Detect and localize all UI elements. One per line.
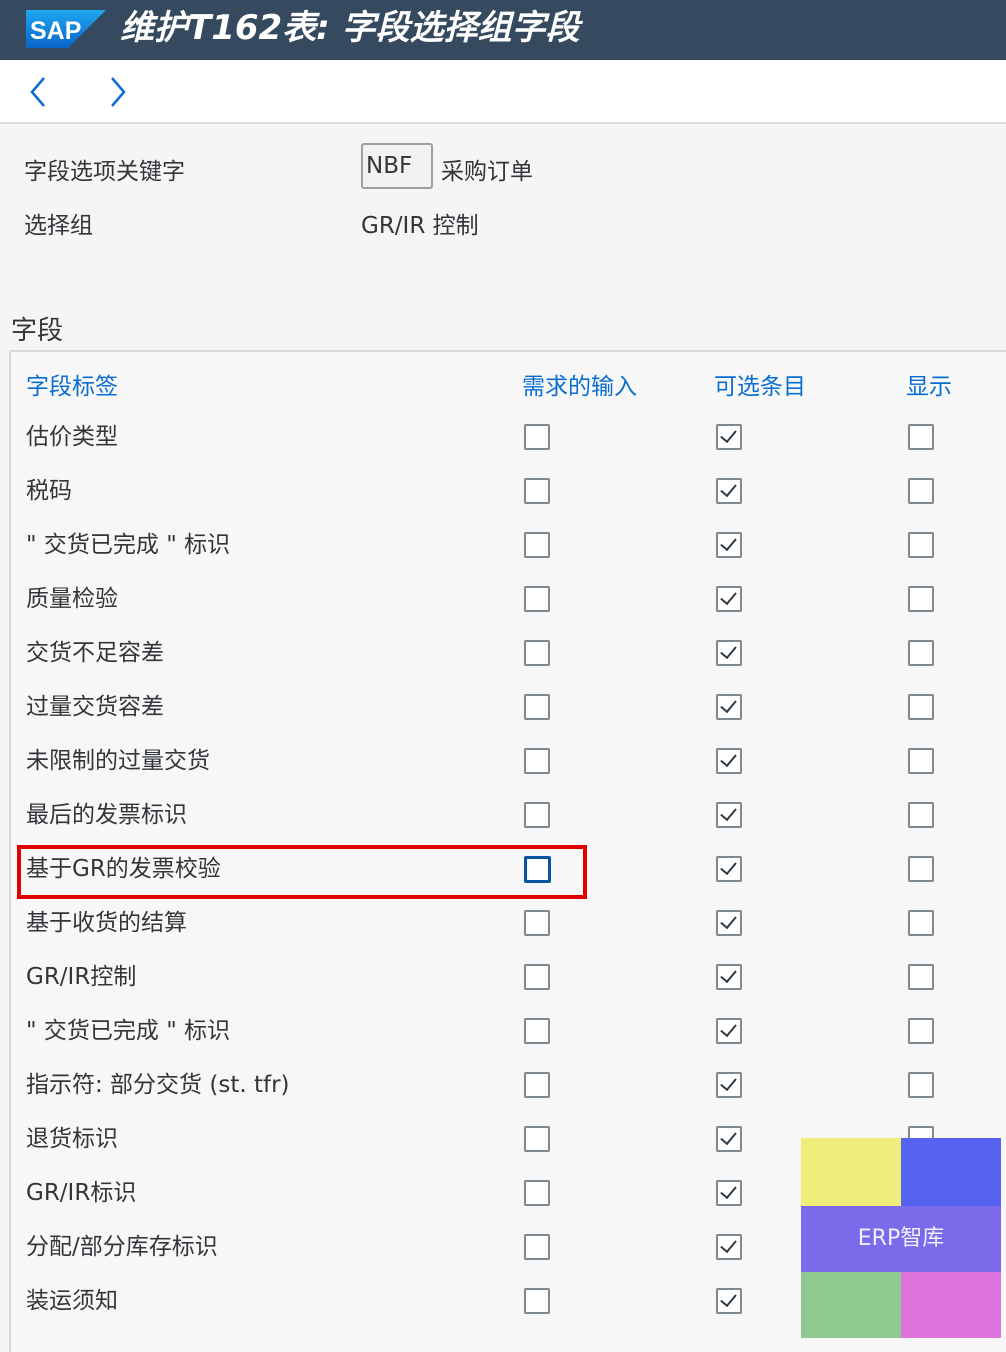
- row-label: " 交货已完成 " 标识: [26, 1018, 231, 1044]
- title-bar: SAP 维护T162表: 字段选择组字段: [0, 0, 1006, 60]
- row-label: GR/IR控制: [26, 964, 137, 990]
- field-option-key-value: NBF: [361, 143, 433, 189]
- optional-checkbox[interactable]: [716, 1234, 742, 1260]
- required-checkbox[interactable]: [524, 640, 550, 666]
- display-checkbox[interactable]: [908, 1072, 934, 1098]
- row-label: 未限制的过量交货: [26, 748, 210, 774]
- display-checkbox[interactable]: [908, 910, 934, 936]
- row-label: 过量交货容差: [26, 694, 164, 720]
- optional-checkbox[interactable]: [716, 910, 742, 936]
- optional-checkbox[interactable]: [716, 1126, 742, 1152]
- row-label: 估价类型: [26, 424, 118, 450]
- section-title: 字段: [11, 316, 64, 346]
- selection-group-label: 选择组: [24, 213, 93, 239]
- display-checkbox[interactable]: [908, 586, 934, 612]
- display-checkbox[interactable]: [908, 802, 934, 828]
- row-label: 指示符: 部分交货 (st. tfr): [26, 1072, 290, 1098]
- watermark-text: ERP智库: [857, 1226, 945, 1251]
- required-checkbox[interactable]: [524, 1018, 550, 1044]
- optional-checkbox[interactable]: [716, 1288, 742, 1314]
- display-checkbox[interactable]: [908, 640, 934, 666]
- row-label: 退货标识: [26, 1126, 118, 1152]
- required-checkbox[interactable]: [524, 532, 550, 558]
- sap-logo-text: SAP: [30, 17, 81, 45]
- row-label: 交货不足容差: [26, 640, 164, 666]
- watermark-tile: [801, 1138, 901, 1206]
- required-checkbox[interactable]: [524, 1072, 550, 1098]
- display-checkbox[interactable]: [908, 856, 934, 882]
- required-checkbox[interactable]: [524, 748, 550, 774]
- optional-checkbox[interactable]: [716, 478, 742, 504]
- required-checkbox[interactable]: [524, 964, 550, 990]
- required-checkbox[interactable]: [524, 1288, 550, 1314]
- display-checkbox[interactable]: [908, 478, 934, 504]
- display-checkbox[interactable]: [908, 532, 934, 558]
- back-button[interactable]: [20, 72, 60, 112]
- required-checkbox[interactable]: [524, 1180, 550, 1206]
- optional-checkbox[interactable]: [716, 532, 742, 558]
- forward-button[interactable]: [98, 72, 138, 112]
- optional-checkbox[interactable]: [716, 802, 742, 828]
- display-checkbox[interactable]: [908, 748, 934, 774]
- optional-checkbox[interactable]: [716, 640, 742, 666]
- navigation-bar: [0, 60, 1006, 124]
- field-option-key-label: 字段选项关键字: [24, 159, 185, 185]
- row-label: GR/IR标识: [26, 1180, 137, 1206]
- row-label: 装运须知: [26, 1288, 118, 1314]
- required-checkbox[interactable]: [524, 586, 550, 612]
- field-option-key-description: 采购订单: [441, 159, 533, 185]
- optional-checkbox[interactable]: [716, 1018, 742, 1044]
- row-label: 基于收货的结算: [26, 910, 187, 936]
- column-header-field-label[interactable]: 字段标签: [26, 367, 118, 401]
- selection-group-value: GR/IR 控制: [361, 213, 479, 239]
- row-label: 税码: [26, 478, 72, 504]
- optional-checkbox[interactable]: [716, 964, 742, 990]
- required-checkbox[interactable]: [524, 1234, 550, 1260]
- watermark-tile: [901, 1272, 1001, 1338]
- required-checkbox[interactable]: [524, 478, 550, 504]
- sap-logo: SAP: [26, 10, 106, 48]
- required-checkbox[interactable]: [524, 694, 550, 720]
- required-checkbox[interactable]: [524, 424, 550, 450]
- optional-checkbox[interactable]: [716, 1180, 742, 1206]
- display-checkbox[interactable]: [908, 424, 934, 450]
- watermark-tile: [801, 1272, 901, 1338]
- row-label: " 交货已完成 " 标识: [26, 532, 231, 558]
- optional-checkbox[interactable]: [716, 748, 742, 774]
- display-checkbox[interactable]: [908, 1018, 934, 1044]
- chevron-left-icon: [30, 77, 45, 107]
- optional-checkbox[interactable]: [716, 1072, 742, 1098]
- optional-checkbox[interactable]: [716, 424, 742, 450]
- watermark-tile: [901, 1138, 1001, 1206]
- chevron-right-icon: [111, 77, 126, 107]
- column-header-display[interactable]: 显示: [906, 367, 952, 401]
- watermark: ERP智库: [801, 1138, 1001, 1338]
- highlight-box: [17, 845, 587, 899]
- page-title: 维护T162表: 字段选择组字段: [120, 8, 580, 48]
- required-checkbox[interactable]: [524, 1126, 550, 1152]
- row-label: 分配/部分库存标识: [26, 1234, 218, 1260]
- display-checkbox[interactable]: [908, 964, 934, 990]
- required-checkbox[interactable]: [524, 910, 550, 936]
- column-header-optional-entry[interactable]: 可选条目: [714, 367, 806, 401]
- display-checkbox[interactable]: [908, 694, 934, 720]
- row-label: 最后的发票标识: [26, 802, 187, 828]
- row-label: 质量检验: [26, 586, 118, 612]
- required-checkbox[interactable]: [524, 802, 550, 828]
- optional-checkbox[interactable]: [716, 694, 742, 720]
- optional-checkbox[interactable]: [716, 586, 742, 612]
- optional-checkbox[interactable]: [716, 856, 742, 882]
- column-header-required-entry[interactable]: 需求的输入: [522, 367, 637, 401]
